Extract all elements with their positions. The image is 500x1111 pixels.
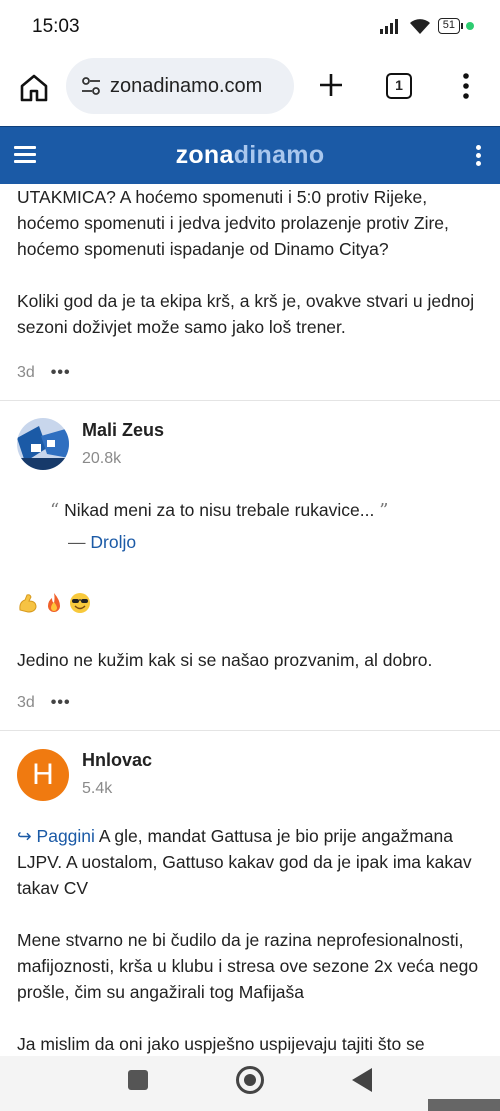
post-age[interactable]: 3d — [17, 694, 35, 711]
quote-open-mark: “ — [50, 500, 60, 521]
post-body: ↪ Paggini A gle, mandat Gattusa je bio p… — [17, 823, 487, 1056]
address-bar[interactable]: zonadinamo.com — [66, 58, 294, 114]
post-paragraph: UTAKMICA? A hoćemo spomenuti i 5:0 proti… — [17, 187, 449, 259]
avatar[interactable]: H — [17, 749, 69, 801]
wifi-icon — [409, 19, 430, 34]
battery-icon: 51 — [437, 18, 464, 34]
reply-arrow-icon: ↪ — [17, 826, 32, 846]
quote-author-link[interactable]: Droljo — [90, 532, 136, 552]
post-meta: 3d ••• — [17, 694, 71, 712]
username[interactable]: Hnlovac — [82, 750, 152, 771]
avatar[interactable] — [17, 418, 69, 470]
url-text: zonadinamo.com — [110, 75, 263, 97]
quote: “ Nikad meni za to nisu trebale rukavice… — [50, 500, 388, 521]
status-bar: 15:03 51 — [0, 0, 500, 56]
comment-feed: UTAKMICA? A hoćemo spomenuti i 5:0 proti… — [0, 184, 500, 1056]
post-paragraph: Ja mislim da oni jako uspješno uspijevaj… — [17, 1034, 425, 1054]
avatar-letter: H — [32, 758, 54, 791]
post-body: Jedino ne kužim kak si se našao prozvani… — [17, 647, 487, 673]
tab-switcher-button[interactable]: 1 — [386, 73, 412, 99]
privacy-dot-icon — [466, 22, 474, 30]
post-divider — [0, 730, 500, 731]
post-paragraph: Jedino ne kužim kak si se našao prozvani… — [17, 650, 433, 670]
back-button[interactable] — [352, 1068, 372, 1092]
post-paragraph: ↪ Paggini A gle, mandat Gattusa je bio p… — [17, 823, 487, 901]
recents-button[interactable] — [128, 1070, 148, 1090]
user-post-count: 5.4k — [82, 780, 113, 797]
fire-icon — [48, 593, 60, 612]
browser-toolbar: zonadinamo.com 1 — [0, 56, 500, 126]
post-age[interactable]: 3d — [17, 364, 35, 381]
post-body: UTAKMICA? A hoćemo spomenuti i 5:0 proti… — [17, 184, 487, 340]
site-settings-icon[interactable] — [80, 75, 102, 97]
logo-part-dinamo: dinamo — [233, 141, 325, 169]
site-logo[interactable]: zonadinamo — [0, 141, 500, 170]
home-button[interactable] — [236, 1066, 264, 1094]
emoji-row — [17, 592, 91, 614]
quote-text: Nikad meni za to nisu trebale rukavice..… — [64, 500, 375, 520]
post-meta: 3d ••• — [17, 364, 71, 382]
quote-dash: — — [68, 532, 86, 552]
username[interactable]: Mali Zeus — [82, 420, 164, 441]
status-time: 15:03 — [32, 16, 80, 37]
reply-to-link[interactable]: Paggini — [37, 826, 95, 846]
home-icon[interactable] — [18, 72, 50, 104]
flexed-biceps-icon — [19, 594, 37, 613]
new-tab-icon[interactable] — [316, 70, 346, 100]
logo-part-zona: zona — [175, 141, 234, 169]
smiling-face-with-sunglasses-icon — [70, 593, 90, 613]
scrollbar[interactable] — [428, 1099, 500, 1111]
site-menu-icon[interactable] — [476, 145, 482, 167]
browser-menu-icon[interactable] — [460, 72, 472, 100]
battery-level: 51 — [442, 19, 455, 31]
post-paragraph: Mene stvarno ne bi čudilo da je razina n… — [17, 930, 479, 1002]
quote-close-mark: ” — [379, 500, 389, 521]
signal-icon — [379, 19, 398, 34]
post-paragraph: Koliki god da je ta ekipa krš, a krš je,… — [17, 291, 475, 337]
post-more-button[interactable]: ••• — [51, 694, 71, 712]
status-icons: 51 — [379, 17, 474, 35]
user-post-count: 20.8k — [82, 450, 122, 467]
system-nav-bar — [0, 1056, 500, 1111]
post-more-button[interactable]: ••• — [51, 364, 71, 382]
site-header: zonadinamo — [0, 126, 500, 184]
post-divider — [0, 400, 500, 401]
quote-source: — Droljo — [68, 532, 136, 553]
